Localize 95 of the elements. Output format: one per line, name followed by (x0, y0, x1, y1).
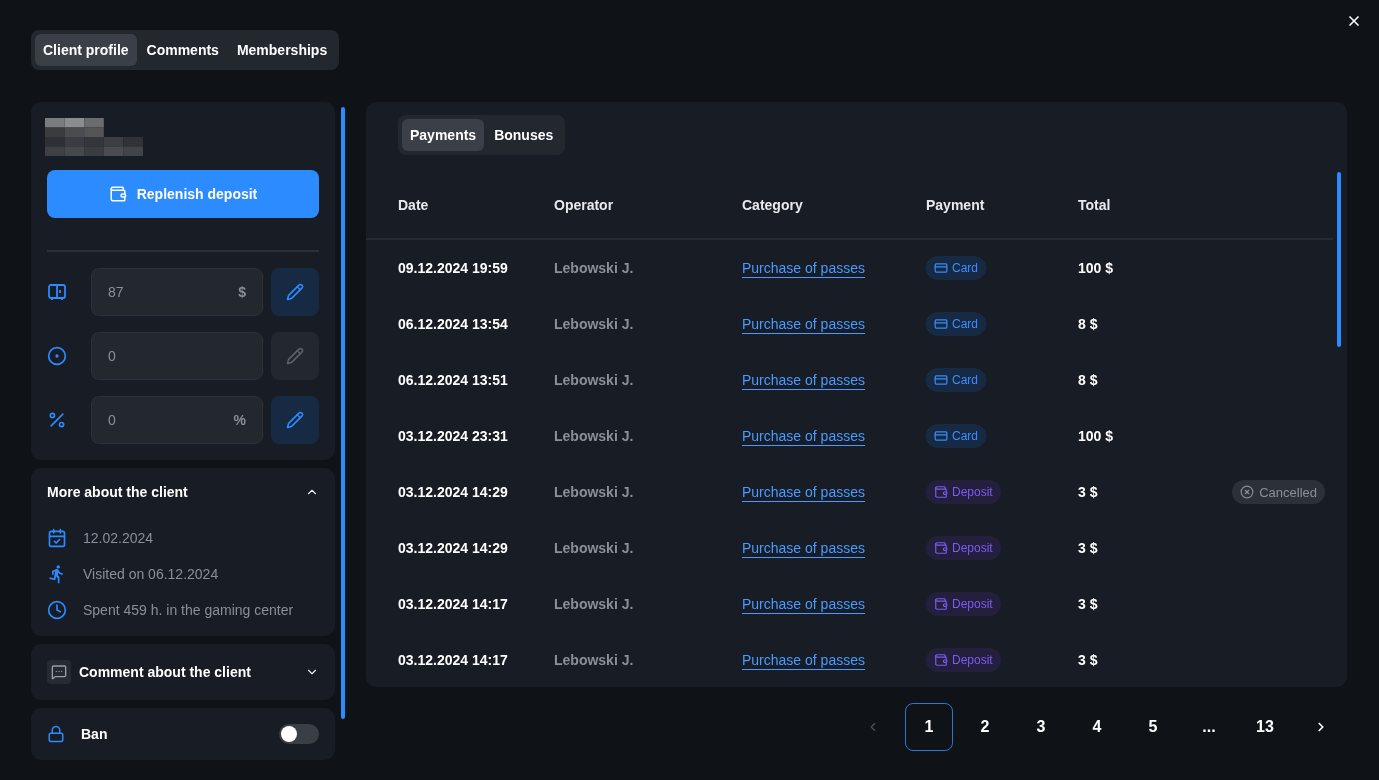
category-link[interactable]: Purchase of passes (742, 540, 865, 556)
ban-label: Ban (81, 726, 108, 742)
ban-toggle[interactable] (279, 724, 319, 744)
date-cell-text: 03.12.2024 23:31 (398, 428, 509, 444)
category-link[interactable]: Purchase of passes (742, 372, 865, 388)
operator-cell-text: Lebowski J. (554, 372, 635, 388)
column-header: Date (398, 197, 430, 213)
tab[interactable]: Client profile (35, 34, 137, 66)
wallet-icon (934, 541, 948, 555)
scrollbar[interactable] (1337, 172, 1341, 347)
circle-x-icon (1240, 485, 1255, 499)
credit-card-icon (934, 429, 948, 443)
operator-cell-text: Lebowski J. (554, 260, 635, 276)
total-cell-text: 8 $ (1078, 372, 1099, 388)
total-cell-text: 8 $ (1078, 316, 1099, 332)
date-cell-text: 03.12.2024 14:29 (398, 484, 509, 500)
tab[interactable]: Memberships (228, 34, 336, 66)
payment-tag: Deposit (926, 536, 1001, 560)
page-button[interactable]: 2 (961, 703, 1009, 751)
section-title: Comment about the client (79, 664, 251, 680)
page-button[interactable]: 1 (905, 703, 953, 751)
pencil-icon (286, 411, 304, 429)
info-text: 12.02.2024 (83, 530, 154, 546)
total-cell-text: 100 $ (1078, 428, 1115, 444)
category-link[interactable]: Purchase of passes (742, 596, 865, 612)
lock-icon (47, 725, 65, 743)
category-link[interactable]: Purchase of passes (742, 316, 865, 332)
total-cell-text: 3 $ (1078, 484, 1099, 500)
credit-card-icon (934, 373, 948, 387)
payment-tag: Card (926, 368, 986, 392)
column-header: Total (1078, 197, 1112, 213)
payment-tag: Card (926, 256, 986, 280)
payment-tag: Card (926, 312, 986, 336)
pencil-icon (286, 347, 304, 365)
payment-tag: Card (926, 424, 986, 448)
tab[interactable]: Comments (138, 34, 227, 66)
tab[interactable]: Bonuses (486, 119, 562, 151)
operator-cell-text: Lebowski J. (554, 428, 635, 444)
category-link[interactable]: Purchase of passes (742, 428, 865, 444)
date-cell-text: 03.12.2024 14:17 (398, 652, 509, 668)
balance-field[interactable]: 87 $ (91, 268, 263, 316)
balance-field[interactable]: 0 % (91, 396, 263, 444)
status-tag: Cancelled (1232, 480, 1325, 504)
date-cell-text: 09.12.2024 19:59 (398, 260, 509, 276)
total-cell-text: 100 $ (1078, 260, 1115, 276)
total-cell-text: 3 $ (1078, 540, 1099, 556)
date-cell-text: 06.12.2024 13:54 (398, 316, 509, 332)
percent-icon (47, 410, 67, 430)
page-button[interactable]: 5 (1129, 703, 1177, 751)
wallet-icon (934, 653, 948, 667)
category-link[interactable]: Purchase of passes (742, 652, 865, 668)
info-text: Visited on 06.12.2024 (83, 566, 219, 582)
total-cell-text: 3 $ (1078, 652, 1099, 668)
cabinet-icon (47, 282, 67, 302)
date-cell-text: 03.12.2024 14:17 (398, 596, 509, 612)
wallet-icon (934, 597, 948, 611)
wallet-icon (934, 485, 948, 499)
operator-cell-text: Lebowski J. (554, 652, 635, 668)
target-icon (47, 346, 67, 366)
edit-button[interactable] (271, 268, 319, 316)
page-button[interactable]: 13 (1241, 703, 1289, 751)
close-icon (1346, 13, 1362, 29)
operator-cell-text: Lebowski J. (554, 316, 635, 332)
operator-cell-text: Lebowski J. (554, 540, 635, 556)
calendar-icon (47, 528, 67, 548)
message-icon (47, 660, 71, 684)
wallet-icon (108, 185, 127, 203)
payment-tag: Deposit (926, 648, 1001, 672)
category-link[interactable]: Purchase of passes (742, 484, 865, 500)
scrollbar[interactable] (341, 107, 345, 719)
payment-tag: Deposit (926, 480, 1001, 504)
credit-card-icon (934, 317, 948, 331)
edit-button[interactable] (271, 332, 319, 380)
column-header: Payment (926, 197, 986, 213)
date-cell-text: 03.12.2024 14:29 (398, 540, 509, 556)
tab[interactable]: Payments (402, 119, 485, 151)
comment-card[interactable]: Comment about the client (31, 644, 335, 700)
operator-cell-text: Lebowski J. (554, 596, 635, 612)
clock-icon (47, 600, 67, 620)
balance-field[interactable]: 0 (91, 332, 263, 380)
date-cell-text: 06.12.2024 13:51 (398, 372, 509, 388)
page-button[interactable]: 4 (1073, 703, 1121, 751)
page-button[interactable]: 3 (1017, 703, 1065, 751)
edit-button[interactable] (271, 396, 319, 444)
column-header: Operator (554, 197, 615, 213)
operator-cell-text: Lebowski J. (554, 484, 635, 500)
pencil-icon (286, 283, 304, 301)
credit-card-icon (934, 261, 948, 275)
section-title: More about the client (47, 484, 188, 500)
info-text: Spent 459 h. in the gaming center (83, 602, 294, 618)
page-button[interactable]: ... (1185, 703, 1233, 751)
column-header: Category (742, 197, 804, 213)
total-cell-text: 3 $ (1078, 596, 1099, 612)
payment-tag: Deposit (926, 592, 1001, 616)
category-link[interactable]: Purchase of passes (742, 260, 865, 276)
